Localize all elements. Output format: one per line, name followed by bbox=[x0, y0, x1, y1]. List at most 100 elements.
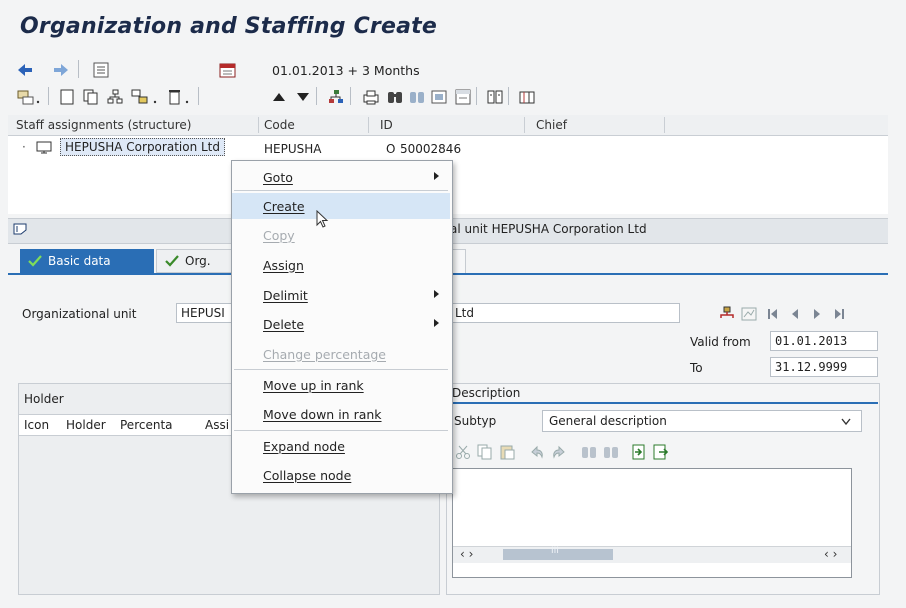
menu-item-delimit[interactable]: Delimit bbox=[232, 282, 450, 308]
undo-icon[interactable] bbox=[526, 442, 548, 462]
cut-icon[interactable] bbox=[452, 442, 474, 462]
find-next-text-icon[interactable] bbox=[600, 442, 622, 462]
next-page-icon[interactable] bbox=[806, 304, 828, 324]
page-title: Organization and Staffing Create bbox=[20, 14, 437, 39]
detail-view-icon[interactable] bbox=[452, 87, 474, 107]
scrollbar-grip: III bbox=[551, 546, 559, 556]
menu-item-assign[interactable]: Assign bbox=[232, 252, 450, 278]
find-next-icon[interactable] bbox=[406, 87, 428, 107]
column-divider bbox=[258, 117, 259, 133]
menu-item-delete-label: Delete bbox=[263, 316, 305, 332]
tab-org[interactable]: Org. bbox=[156, 249, 234, 273]
org-unit-field[interactable]: HEPUSI bbox=[176, 303, 236, 323]
forward-arrow-icon[interactable] bbox=[50, 60, 72, 80]
reassign-menu-icon[interactable] bbox=[128, 87, 162, 107]
toolbar-separator bbox=[78, 60, 79, 78]
checkmark-icon bbox=[28, 255, 42, 267]
mouse-cursor-icon bbox=[316, 209, 330, 233]
previous-page-icon[interactable] bbox=[784, 304, 806, 324]
subtyp-value: General description bbox=[549, 414, 667, 428]
layout-icon[interactable] bbox=[516, 87, 538, 107]
menu-item-move-down[interactable]: Move down in rank bbox=[232, 401, 450, 427]
toolbar-separator bbox=[508, 87, 509, 105]
tab-basic-data-label: Basic data bbox=[48, 254, 111, 268]
holder-column-icon[interactable]: Icon bbox=[24, 418, 49, 432]
copy-icon[interactable] bbox=[474, 442, 496, 462]
org-unit-icon bbox=[36, 141, 54, 158]
menu-item-expand-node-label: Expand node bbox=[263, 438, 345, 454]
menu-item-expand-node[interactable]: Expand node bbox=[232, 433, 450, 459]
tab-org-label: Org. bbox=[185, 254, 211, 268]
new-document-icon[interactable] bbox=[56, 87, 78, 107]
subtyp-dropdown[interactable]: General description bbox=[542, 410, 862, 432]
menu-item-move-up[interactable]: Move up in rank bbox=[232, 372, 450, 398]
tree-settings-icon[interactable] bbox=[428, 87, 450, 107]
valid-to-field[interactable]: 31.12.9999 bbox=[770, 357, 878, 377]
menu-item-create-label: Create bbox=[263, 198, 305, 214]
column-divider bbox=[368, 117, 369, 133]
export-icon[interactable] bbox=[650, 442, 672, 462]
org-chart-icon[interactable] bbox=[716, 304, 738, 324]
column-header-chief[interactable]: Chief bbox=[536, 118, 567, 132]
back-arrow-icon[interactable] bbox=[14, 60, 36, 80]
tree-structure-icon[interactable] bbox=[324, 87, 348, 107]
tab-basic-data[interactable]: Basic data bbox=[20, 249, 154, 273]
first-page-icon[interactable] bbox=[762, 304, 784, 324]
menu-item-collapse-node[interactable]: Collapse node bbox=[232, 462, 450, 488]
org-unit-description-field[interactable]: Ltd bbox=[450, 303, 680, 323]
redo-icon[interactable] bbox=[548, 442, 570, 462]
info-bar-title: al unit HEPUSHA Corporation Ltd bbox=[450, 222, 647, 236]
toolbar-separator bbox=[350, 87, 351, 105]
tree-header: Staff assignments (structure) Code ID Ch… bbox=[8, 115, 888, 136]
org-object-icon[interactable] bbox=[12, 222, 28, 239]
find-icon[interactable] bbox=[384, 87, 406, 107]
submenu-arrow-icon bbox=[434, 172, 439, 180]
toolbar-separator bbox=[48, 87, 49, 105]
move-up-icon[interactable] bbox=[268, 87, 290, 107]
print-icon[interactable] bbox=[360, 87, 382, 107]
scroll-right-arrows[interactable]: ‹ › bbox=[824, 547, 837, 561]
column-header-code[interactable]: Code bbox=[264, 118, 295, 132]
holder-column-holder[interactable]: Holder bbox=[66, 418, 106, 432]
calendar-icon[interactable] bbox=[216, 60, 240, 80]
menu-item-create[interactable]: Create bbox=[232, 193, 450, 219]
tree-node-org-unit[interactable]: HEPUSHA Corporation Ltd bbox=[60, 138, 225, 156]
holder-column-assignment[interactable]: Assi bbox=[205, 418, 229, 432]
chevron-down-icon bbox=[841, 418, 851, 426]
menu-item-delete[interactable]: Delete bbox=[232, 311, 450, 337]
submenu-arrow-icon bbox=[434, 290, 439, 298]
column-header-id[interactable]: ID bbox=[380, 118, 393, 132]
column-config-icon[interactable] bbox=[484, 87, 506, 107]
menu-item-assign-label: Assign bbox=[263, 257, 304, 273]
description-underline bbox=[446, 402, 878, 404]
checkmark-icon bbox=[165, 255, 179, 267]
to-label: To bbox=[690, 361, 703, 375]
toolbar-separator bbox=[316, 87, 317, 105]
menu-item-change-percentage-label: Change percentage bbox=[263, 346, 386, 362]
delete-menu-icon[interactable] bbox=[164, 87, 194, 107]
last-page-icon[interactable] bbox=[828, 304, 850, 324]
menu-item-copy-label: Copy bbox=[263, 227, 295, 243]
hierarchy-menu-icon[interactable] bbox=[14, 87, 44, 107]
holder-column-percentage[interactable]: Percenta bbox=[120, 418, 173, 432]
org-structure-icon[interactable] bbox=[104, 87, 126, 107]
column-divider bbox=[524, 117, 525, 133]
find-text-icon[interactable] bbox=[578, 442, 600, 462]
column-header-structure[interactable]: Staff assignments (structure) bbox=[16, 118, 191, 132]
import-icon[interactable] bbox=[628, 442, 650, 462]
node-code: HEPUSHA bbox=[264, 142, 322, 156]
list-view-icon[interactable] bbox=[90, 60, 112, 80]
copy-document-icon[interactable] bbox=[80, 87, 102, 107]
menu-item-goto[interactable]: Goto bbox=[232, 164, 450, 190]
menu-separator bbox=[234, 430, 448, 431]
menu-separator bbox=[234, 369, 448, 370]
menu-item-move-down-label: Move down in rank bbox=[263, 406, 382, 422]
diagram-icon[interactable] bbox=[738, 304, 760, 324]
toolbar-separator bbox=[198, 87, 199, 105]
paste-icon[interactable] bbox=[496, 442, 518, 462]
scroll-left-arrows[interactable]: ‹ › bbox=[460, 547, 473, 561]
valid-from-field[interactable]: 01.01.2013 bbox=[770, 331, 878, 351]
move-down-icon[interactable] bbox=[292, 87, 314, 107]
menu-item-delimit-label: Delimit bbox=[263, 287, 308, 303]
menu-item-collapse-node-label: Collapse node bbox=[263, 467, 352, 483]
